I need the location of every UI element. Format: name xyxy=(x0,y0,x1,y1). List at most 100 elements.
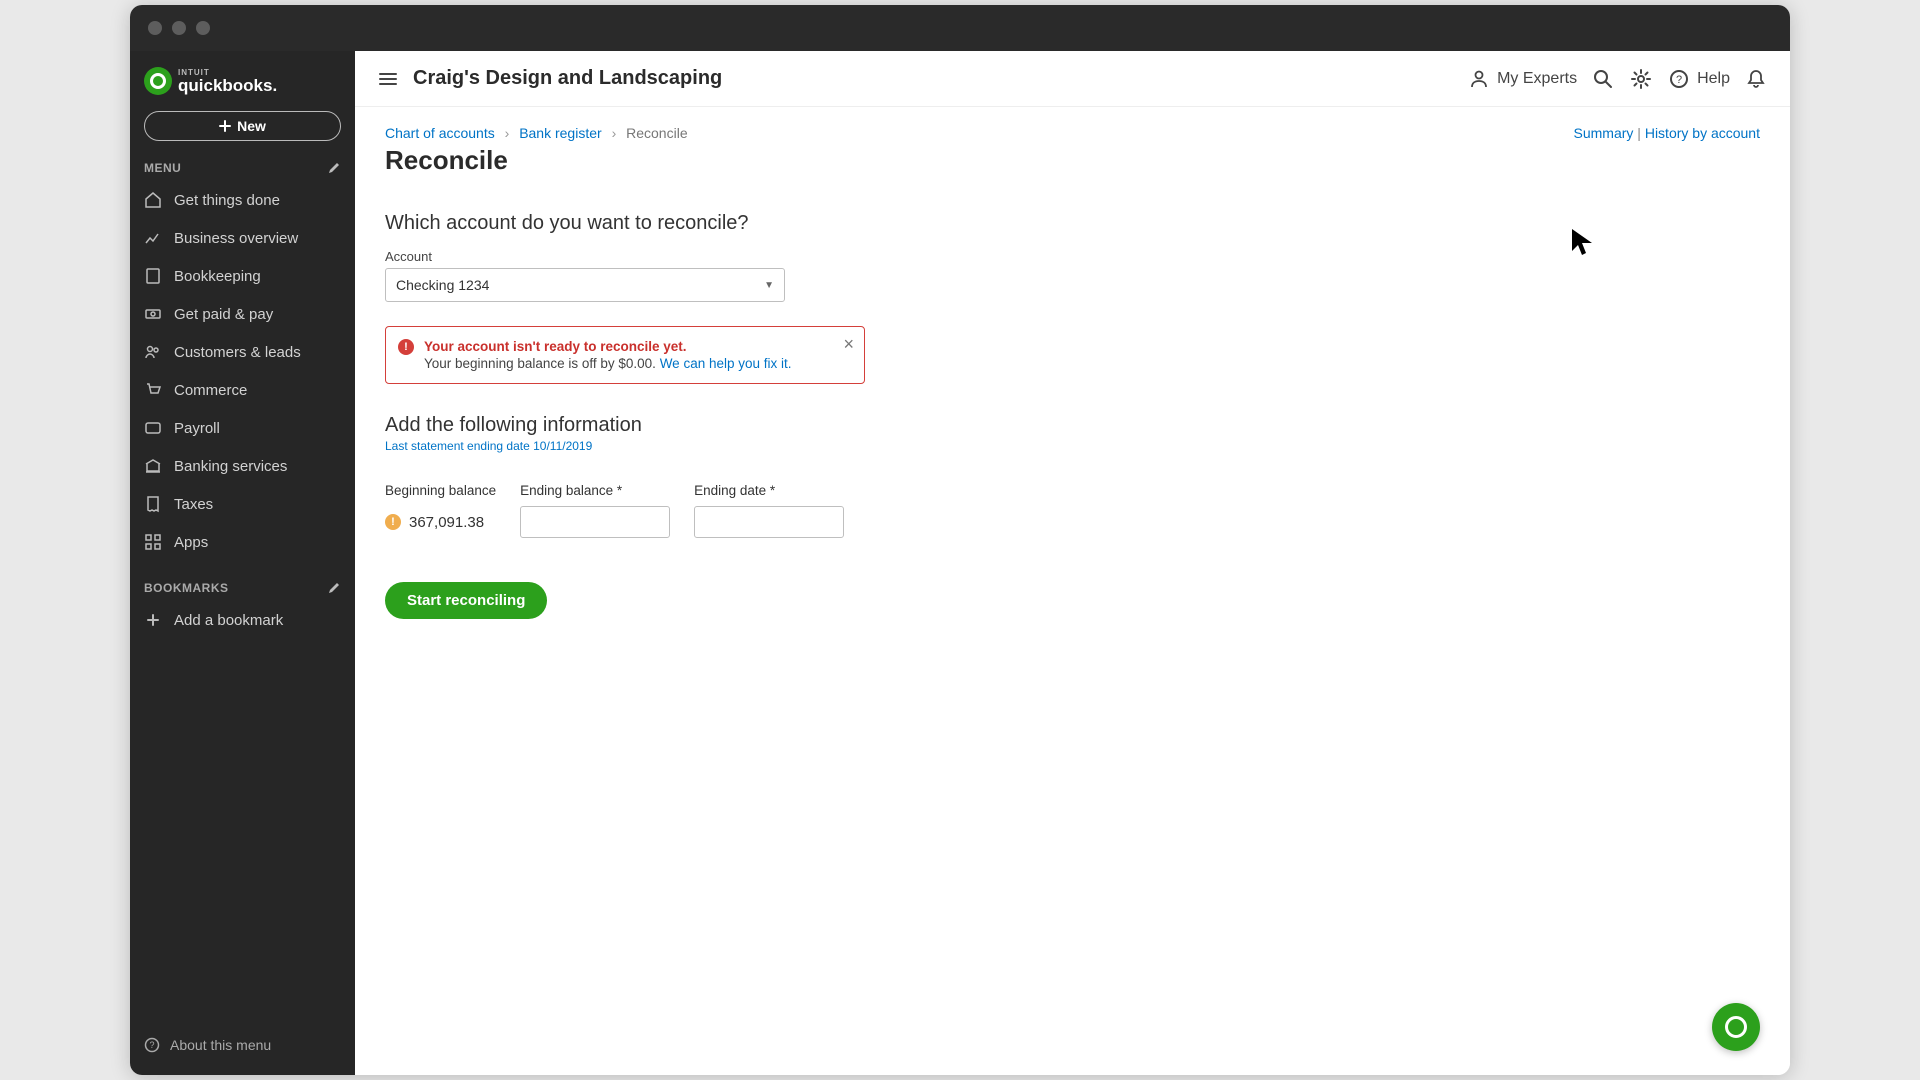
top-links-sep: | xyxy=(1637,125,1645,141)
about-menu-link[interactable]: ? About this menu xyxy=(130,1025,355,1065)
app-window: INTUIT quickbooks. New MENU Get things xyxy=(130,5,1790,1075)
beginning-balance-field: Beginning balance ! 367,091.38 xyxy=(385,483,496,538)
window-minimize-dot[interactable] xyxy=(172,21,186,35)
sidebar-item-label: Bookkeeping xyxy=(174,268,261,285)
beginning-balance-value: 367,091.38 xyxy=(409,514,484,531)
sidebar-item-apps[interactable]: Apps xyxy=(130,523,355,561)
breadcrumb: Chart of accounts › Bank register › Reco… xyxy=(385,125,688,141)
start-reconciling-button[interactable]: Start reconciling xyxy=(385,582,547,619)
help-circle-icon: ? xyxy=(144,1037,160,1053)
brand-text: INTUIT quickbooks. xyxy=(178,69,277,94)
menu-header-label: MENU xyxy=(144,161,181,175)
ending-balance-input[interactable] xyxy=(520,506,670,538)
alert-close-icon[interactable]: × xyxy=(843,335,854,353)
wallet-icon xyxy=(144,419,162,437)
new-button-label: New xyxy=(237,118,266,134)
add-info-title: Add the following information xyxy=(385,414,1760,437)
expert-icon xyxy=(1467,67,1491,91)
window-zoom-dot[interactable] xyxy=(196,21,210,35)
ending-date-label: Ending date * xyxy=(694,483,844,498)
topbar: Craig's Design and Landscaping My Expert… xyxy=(355,51,1790,107)
alert-fix-link[interactable]: We can help you fix it. xyxy=(660,356,792,371)
bookmarks-header: BOOKMARKS xyxy=(130,575,355,601)
crumb-current: Reconcile xyxy=(626,125,687,141)
sidebar-item-commerce[interactable]: Commerce xyxy=(130,371,355,409)
book-icon xyxy=(144,267,162,285)
account-selected-value: Checking 1234 xyxy=(396,277,489,293)
sidebar-item-business-overview[interactable]: Business overview xyxy=(130,219,355,257)
window-close-dot[interactable] xyxy=(148,21,162,35)
help-button[interactable]: ? Help xyxy=(1667,67,1730,91)
sidebar-item-bookkeeping[interactable]: Bookkeeping xyxy=(130,257,355,295)
svg-text:?: ? xyxy=(1676,74,1682,86)
cart-icon xyxy=(144,381,162,399)
sidebar: INTUIT quickbooks. New MENU Get things xyxy=(130,51,355,1075)
crumb-bank-register[interactable]: Bank register xyxy=(519,125,601,141)
company-name: Craig's Design and Landscaping xyxy=(413,67,722,90)
grid-icon xyxy=(144,533,162,551)
add-bookmark-button[interactable]: Add a bookmark xyxy=(130,601,355,639)
plus-icon xyxy=(144,611,162,629)
menu-header: MENU xyxy=(130,155,355,181)
gear-icon[interactable] xyxy=(1629,67,1653,91)
qb-logo-icon xyxy=(1725,1016,1747,1038)
summary-link[interactable]: Summary xyxy=(1574,125,1634,141)
warning-icon[interactable]: ! xyxy=(385,514,401,530)
alert-body: Your beginning balance is off by $0.00. … xyxy=(424,356,828,371)
sidebar-item-get-paid-pay[interactable]: Get paid & pay xyxy=(130,295,355,333)
people-icon xyxy=(144,343,162,361)
bookmarks-header-label: BOOKMARKS xyxy=(144,581,229,595)
sidebar-item-taxes[interactable]: Taxes xyxy=(130,485,355,523)
receipt-icon xyxy=(144,495,162,513)
page-content: Chart of accounts › Bank register › Reco… xyxy=(355,107,1790,1075)
alert-error-icon: ! xyxy=(398,339,414,355)
edit-bookmarks-icon[interactable] xyxy=(327,581,341,595)
hamburger-icon[interactable] xyxy=(377,68,399,90)
sidebar-item-label: Payroll xyxy=(174,420,220,437)
sidebar-item-get-things-done[interactable]: Get things done xyxy=(130,181,355,219)
last-statement-date: 10/11/2019 xyxy=(533,439,592,453)
sidebar-item-label: Taxes xyxy=(174,496,213,513)
about-menu-label: About this menu xyxy=(170,1037,271,1053)
brand-name: quickbooks. xyxy=(178,77,277,94)
sidebar-item-banking-services[interactable]: Banking services xyxy=(130,447,355,485)
sidebar-item-payroll[interactable]: Payroll xyxy=(130,409,355,447)
add-bookmark-label: Add a bookmark xyxy=(174,612,283,629)
bell-icon[interactable] xyxy=(1744,67,1768,91)
brand-logo[interactable]: INTUIT quickbooks. xyxy=(130,51,355,107)
last-statement-prefix: Last statement ending date xyxy=(385,439,533,453)
ending-balance-field: Ending balance * xyxy=(520,483,670,538)
svg-text:?: ? xyxy=(149,1040,154,1050)
last-statement-date-link[interactable]: Last statement ending date 10/11/2019 xyxy=(385,439,1760,453)
account-select[interactable]: Checking 1234 ▼ xyxy=(385,268,785,302)
search-icon[interactable] xyxy=(1591,67,1615,91)
edit-menu-icon[interactable] xyxy=(327,161,341,175)
ending-date-field: Ending date * xyxy=(694,483,844,538)
ending-date-input[interactable] xyxy=(694,506,844,538)
plus-icon xyxy=(219,120,231,132)
beginning-balance-label: Beginning balance xyxy=(385,483,496,498)
ending-balance-label: Ending balance * xyxy=(520,483,670,498)
my-experts-label: My Experts xyxy=(1497,70,1577,88)
my-experts-button[interactable]: My Experts xyxy=(1467,67,1577,91)
history-by-account-link[interactable]: History by account xyxy=(1645,125,1760,141)
sidebar-item-label: Customers & leads xyxy=(174,344,301,361)
sidebar-item-label: Banking services xyxy=(174,458,287,475)
chart-icon xyxy=(144,229,162,247)
crumb-sep-icon: › xyxy=(612,125,617,141)
crumb-chart-of-accounts[interactable]: Chart of accounts xyxy=(385,125,495,141)
sidebar-item-customers-leads[interactable]: Customers & leads xyxy=(130,333,355,371)
window-titlebar xyxy=(130,5,1790,51)
help-icon: ? xyxy=(1667,67,1691,91)
help-label: Help xyxy=(1697,70,1730,88)
qb-assistant-fab[interactable] xyxy=(1712,1003,1760,1051)
qb-logo-icon xyxy=(144,67,172,95)
top-links: Summary | History by account xyxy=(1574,125,1761,141)
sidebar-item-label: Get paid & pay xyxy=(174,306,273,323)
home-icon xyxy=(144,191,162,209)
alert-title: Your account isn't ready to reconcile ye… xyxy=(424,339,828,354)
bank-icon xyxy=(144,457,162,475)
money-icon xyxy=(144,305,162,323)
sidebar-item-label: Business overview xyxy=(174,230,298,247)
new-button[interactable]: New xyxy=(144,111,341,141)
